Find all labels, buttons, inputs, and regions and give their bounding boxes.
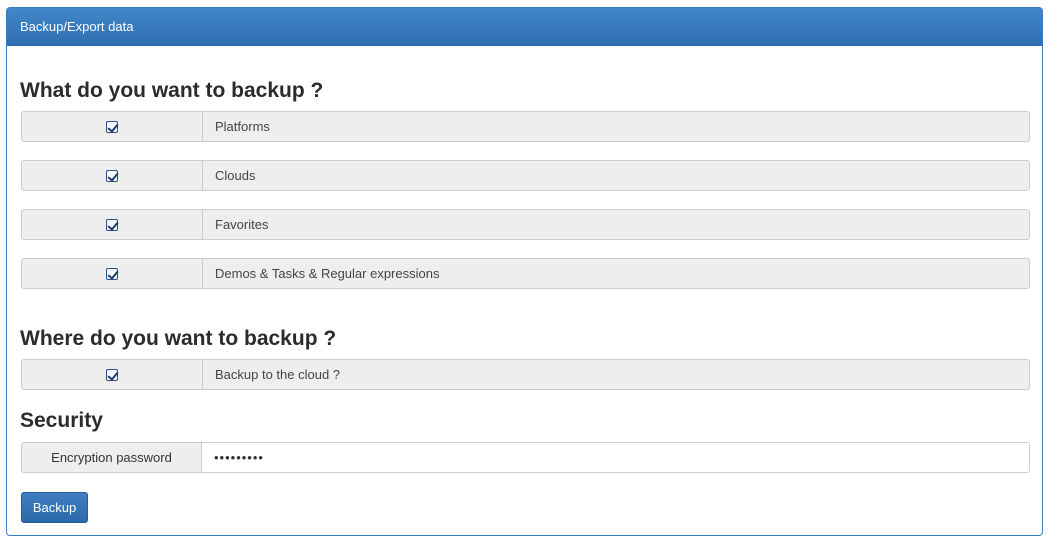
encryption-password-input[interactable]	[202, 442, 1030, 473]
backup-button[interactable]: Backup	[21, 492, 88, 523]
where-section-title: Where do you want to backup ?	[20, 327, 337, 350]
checkbox-addon	[22, 210, 203, 239]
checkbox-demos-tasks[interactable]	[106, 267, 118, 280]
panel-heading: Backup/Export data	[7, 8, 1042, 46]
option-label: Clouds	[215, 168, 256, 183]
security-section-title: Security	[20, 409, 103, 432]
encryption-password-label: Encryption password	[21, 442, 202, 473]
checkbox-addon	[22, 360, 203, 389]
option-label: Demos & Tasks & Regular expressions	[215, 266, 440, 281]
checkbox-addon	[22, 161, 203, 190]
checkbox-favorites[interactable]	[106, 218, 118, 231]
checkbox-clouds[interactable]	[106, 169, 118, 182]
checkbox-backup-cloud[interactable]	[106, 368, 118, 381]
checkbox-addon	[22, 259, 203, 288]
backup-option-demos-tasks: Demos & Tasks & Regular expressions	[21, 258, 1030, 289]
checkbox-addon	[22, 112, 203, 141]
option-label: Backup to the cloud ?	[215, 367, 341, 382]
encryption-password-group: Encryption password	[21, 442, 1030, 473]
backup-option-platforms: Platforms	[21, 111, 1030, 142]
checkbox-platforms[interactable]	[106, 120, 118, 133]
backup-option-cloud: Backup to the cloud ?	[21, 359, 1030, 390]
backup-option-clouds: Clouds	[21, 160, 1030, 191]
option-label: Favorites	[215, 217, 269, 232]
backup-export-panel: Backup/Export data What do you want to b…	[6, 7, 1043, 536]
what-section-title: What do you want to backup ?	[20, 79, 324, 102]
option-label: Platforms	[215, 119, 270, 134]
backup-option-favorites: Favorites	[21, 209, 1030, 240]
